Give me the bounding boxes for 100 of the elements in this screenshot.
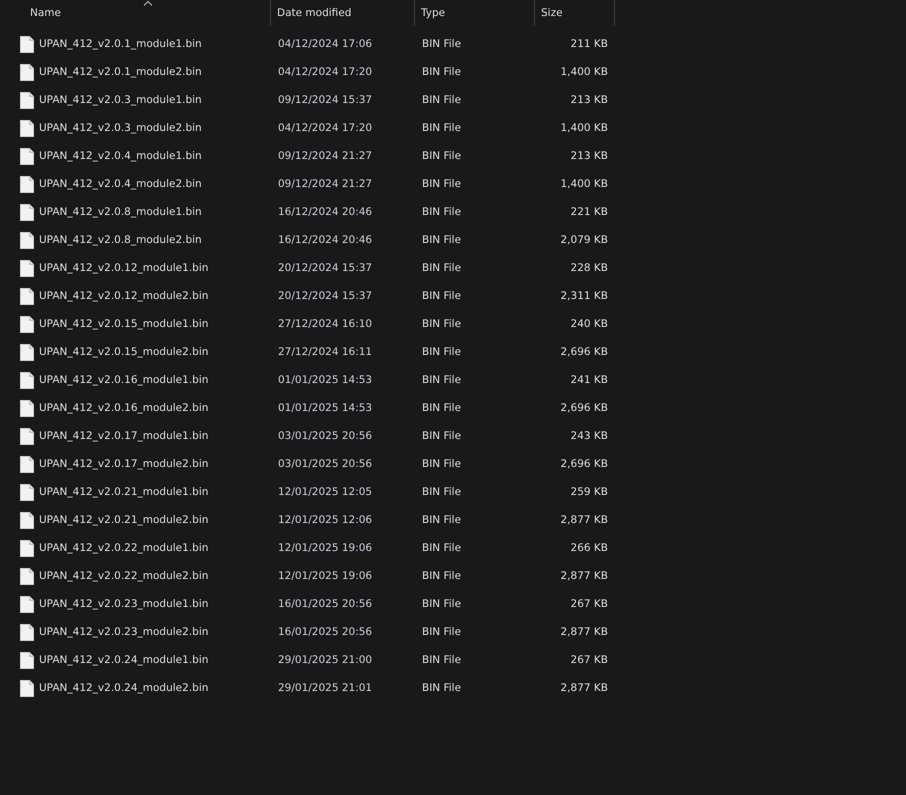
file-icon (20, 204, 34, 220)
file-icon (20, 260, 34, 276)
file-type: BIN File (422, 458, 462, 470)
file-name[interactable]: UPAN_412_v2.0.15_module1.bin (39, 318, 208, 330)
file-name[interactable]: UPAN_412_v2.0.12_module2.bin (39, 290, 208, 302)
file-type: BIN File (422, 514, 462, 526)
date-modified: 12/01/2025 12:06 (278, 514, 372, 526)
file-type: BIN File (422, 290, 462, 302)
file-type: BIN File (422, 402, 462, 414)
file-type: BIN File (422, 122, 462, 134)
date-modified: 12/01/2025 12:05 (278, 486, 372, 498)
file-type: BIN File (422, 318, 462, 330)
file-size: 259 KB (570, 486, 608, 498)
file-type: BIN File (422, 262, 462, 274)
file-size: 243 KB (570, 430, 608, 442)
file-icon (20, 64, 34, 80)
file-size: 241 KB (570, 374, 608, 386)
file-name[interactable]: UPAN_412_v2.0.12_module1.bin (39, 262, 208, 274)
file-name[interactable]: UPAN_412_v2.0.16_module2.bin (39, 402, 208, 414)
file-icon (20, 512, 34, 528)
date-modified: 03/01/2025 20:56 (278, 458, 372, 470)
file-name[interactable]: UPAN_412_v2.0.24_module2.bin (39, 682, 208, 694)
file-type: BIN File (422, 66, 462, 78)
date-modified: 01/01/2025 14:53 (278, 402, 372, 414)
file-icon (20, 316, 34, 332)
file-type: BIN File (422, 38, 462, 50)
file-name[interactable]: UPAN_412_v2.0.22_module1.bin (39, 542, 208, 554)
date-modified: 09/12/2024 15:37 (278, 94, 372, 106)
file-icon (20, 148, 34, 164)
date-modified: 09/12/2024 21:27 (278, 150, 372, 162)
file-type: BIN File (422, 178, 462, 190)
file-icon (20, 428, 34, 444)
file-size: 2,877 KB (560, 514, 608, 526)
date-modified: 09/12/2024 21:27 (278, 178, 372, 190)
file-name[interactable]: UPAN_412_v2.0.23_module2.bin (39, 626, 208, 638)
file-type: BIN File (422, 598, 462, 610)
file-size: 1,400 KB (560, 178, 608, 190)
file-icon (20, 176, 34, 192)
file-type: BIN File (422, 346, 462, 358)
column-header[interactable]: Size (535, 0, 614, 26)
file-type: BIN File (422, 570, 462, 582)
file-name[interactable]: UPAN_412_v2.0.1_module1.bin (39, 38, 202, 50)
file-size: 213 KB (570, 150, 608, 162)
file-name[interactable]: UPAN_412_v2.0.1_module2.bin (39, 66, 202, 78)
date-modified: 03/01/2025 20:56 (278, 430, 372, 442)
file-name[interactable]: UPAN_412_v2.0.17_module1.bin (39, 430, 208, 442)
file-icon (20, 484, 34, 500)
file-type: BIN File (422, 234, 462, 246)
file-name[interactable]: UPAN_412_v2.0.4_module2.bin (39, 178, 202, 190)
file-size: 2,877 KB (560, 626, 608, 638)
file-icon (20, 36, 34, 52)
column-header[interactable]: Type (415, 0, 534, 26)
date-modified: 12/01/2025 19:06 (278, 542, 372, 554)
date-modified: 27/12/2024 16:10 (278, 318, 372, 330)
column-header[interactable]: Name (0, 0, 270, 26)
file-type: BIN File (422, 682, 462, 694)
file-name[interactable]: UPAN_412_v2.0.3_module2.bin (39, 122, 202, 134)
file-size: 2,696 KB (560, 346, 608, 358)
file-size: 211 KB (570, 38, 608, 50)
file-name[interactable]: UPAN_412_v2.0.24_module1.bin (39, 654, 208, 666)
file-size: 2,877 KB (560, 570, 608, 582)
file-icon (20, 568, 34, 584)
file-name[interactable]: UPAN_412_v2.0.15_module2.bin (39, 346, 208, 358)
date-modified: 04/12/2024 17:06 (278, 38, 372, 50)
date-modified: 04/12/2024 17:20 (278, 122, 372, 134)
file-size: 228 KB (570, 262, 608, 274)
file-size: 221 KB (570, 206, 608, 218)
date-modified: 16/12/2024 20:46 (278, 234, 372, 246)
file-name[interactable]: UPAN_412_v2.0.8_module2.bin (39, 234, 202, 246)
file-name[interactable]: UPAN_412_v2.0.17_module2.bin (39, 458, 208, 470)
file-name[interactable]: UPAN_412_v2.0.3_module1.bin (39, 94, 202, 106)
file-type: BIN File (422, 542, 462, 554)
file-icon (20, 624, 34, 640)
date-modified: 27/12/2024 16:11 (278, 346, 372, 358)
file-size: 267 KB (570, 598, 608, 610)
file-size: 213 KB (570, 94, 608, 106)
column-header[interactable]: Date modified (271, 0, 414, 26)
file-size: 267 KB (570, 654, 608, 666)
file-size: 1,400 KB (560, 66, 608, 78)
file-icon (20, 400, 34, 416)
file-name[interactable]: UPAN_412_v2.0.21_module2.bin (39, 514, 208, 526)
file-name[interactable]: UPAN_412_v2.0.16_module1.bin (39, 374, 208, 386)
file-type: BIN File (422, 94, 462, 106)
file-size: 2,696 KB (560, 458, 608, 470)
file-size: 240 KB (570, 318, 608, 330)
file-name[interactable]: UPAN_412_v2.0.22_module2.bin (39, 570, 208, 582)
file-name[interactable]: UPAN_412_v2.0.4_module1.bin (39, 150, 202, 162)
file-type: BIN File (422, 654, 462, 666)
date-modified: 01/01/2025 14:53 (278, 374, 372, 386)
file-size: 2,877 KB (560, 682, 608, 694)
file-name[interactable]: UPAN_412_v2.0.23_module1.bin (39, 598, 208, 610)
file-size: 266 KB (570, 542, 608, 554)
date-modified: 29/01/2025 21:01 (278, 682, 372, 694)
file-icon (20, 232, 34, 248)
file-type: BIN File (422, 626, 462, 638)
file-name[interactable]: UPAN_412_v2.0.8_module1.bin (39, 206, 202, 218)
file-type: BIN File (422, 486, 462, 498)
date-modified: 20/12/2024 15:37 (278, 262, 372, 274)
file-name[interactable]: UPAN_412_v2.0.21_module1.bin (39, 486, 208, 498)
file-type: BIN File (422, 374, 462, 386)
